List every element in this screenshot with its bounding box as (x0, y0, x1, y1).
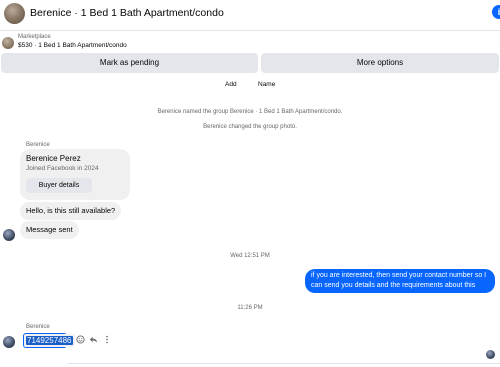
composer-divider (68, 363, 500, 364)
reply-icon[interactable] (89, 335, 98, 347)
sender-avatar[interactable] (3, 336, 15, 348)
group-avatar[interactable] (4, 3, 25, 24)
buyer-card: Berenice Perez Joined Facebook in 2024 B… (20, 149, 130, 200)
name-label[interactable]: Name (258, 81, 275, 88)
more-vertical-icon[interactable] (104, 335, 110, 347)
sender-avatar[interactable] (3, 229, 15, 241)
system-message: Berenice changed the group photo. (203, 124, 297, 130)
listing-thumbnail (2, 37, 14, 49)
smiley-icon[interactable] (76, 335, 85, 347)
timestamp: Wed 12:51 PM (230, 253, 270, 259)
info-icon[interactable]: i (492, 5, 500, 19)
message-bubble[interactable]: Hello, is this still available? (20, 202, 122, 220)
selected-phone-number[interactable]: 7149257486 (26, 336, 73, 345)
buyer-details-button[interactable]: Buyer details (26, 178, 92, 193)
outgoing-message-bubble[interactable]: if you are interested, then send your co… (305, 269, 495, 293)
conversation-header: Berenice · 1 Bed 1 Bath Apartment/condo … (0, 0, 500, 31)
message-bubble[interactable]: Message sent (20, 221, 79, 239)
sender-name: Berenice (26, 324, 50, 330)
listing-title[interactable]: $530 · 1 Bed 1 Bath Apartment/condo (18, 42, 127, 49)
system-message: Berenice named the group Berenice · 1 Be… (157, 109, 343, 115)
marketplace-label: Marketplace (18, 34, 51, 40)
add-label[interactable]: Add (225, 81, 237, 88)
conversation-title[interactable]: Berenice · 1 Bed 1 Bath Apartment/condo (30, 7, 224, 19)
buyer-name: Berenice Perez (26, 154, 81, 163)
buyer-joined: Joined Facebook in 2024 (26, 165, 99, 172)
more-options-button[interactable]: More options (261, 53, 499, 73)
mark-as-pending-button[interactable]: Mark as pending (1, 53, 258, 73)
sender-name: Berenice (26, 142, 50, 148)
timestamp: 11:26 PM (237, 305, 263, 311)
marketplace-listing-bar[interactable]: Marketplace $530 · 1 Bed 1 Bath Apartmen… (0, 31, 500, 52)
phone-message-bubble[interactable]: 7149257486 (24, 334, 75, 347)
seen-avatar (486, 350, 495, 359)
